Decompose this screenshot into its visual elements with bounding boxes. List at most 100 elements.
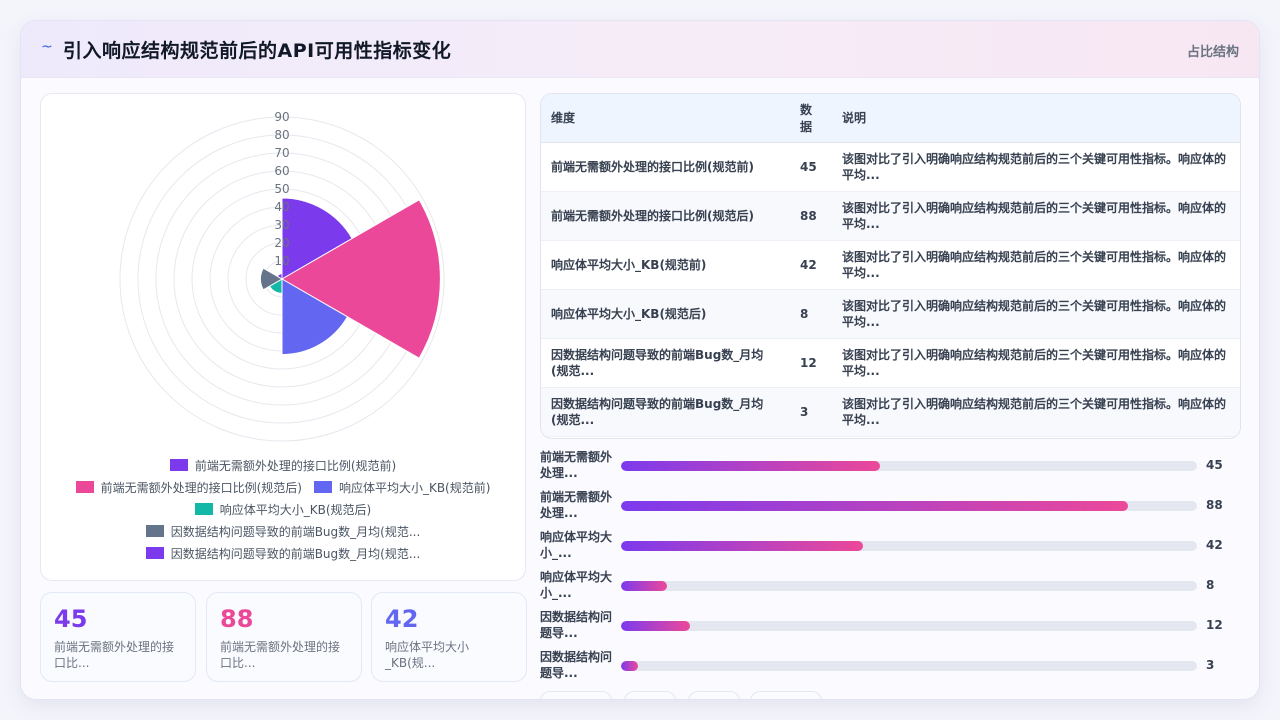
progress-row: 因数据结构问题导... 12 — [540, 609, 1239, 649]
progress-label: 因数据结构问题导... — [540, 650, 613, 680]
legend-label: 因数据结构问题导致的前端Bug数_月均(规范... — [170, 524, 421, 539]
header-bar: ~ 引入响应结构规范前后的API可用性指标变化 占比结构 — [21, 21, 1259, 78]
progress-fill — [621, 501, 1128, 511]
legend-label: 前端无需额外处理的接口比例(规范前) — [194, 458, 397, 473]
legend-item[interactable]: 响应体平均大小_KB(规范后) — [194, 501, 371, 518]
radial-tick-label: 90 — [274, 110, 289, 124]
table-row[interactable]: 响应体平均大小_KB(规范前) 42 该图对比了引入明确响应结构规范前后的三个关… — [541, 240, 1240, 289]
table-cell-dimension: 前端无需额外处理的接口比例(规范前) — [551, 159, 754, 174]
column-header[interactable]: 数据 — [790, 94, 832, 143]
legend-swatch — [169, 459, 188, 471]
polar-area-chart: 10 20 30 40 50 60 70 80 90 — [119, 110, 445, 442]
table-cell-dimension: 因数据结构问题导致的前端Bug数_月均(规范... — [551, 347, 764, 378]
progress-row: 响应体平均大小_... 42 — [540, 529, 1239, 569]
table-cell-value: 3 — [800, 404, 809, 419]
legend-item[interactable]: 因数据结构问题导致的前端Bug数_月均(规范... — [145, 523, 421, 540]
radial-tick-label: 10 — [274, 254, 289, 268]
progress-label: 因数据结构问题导... — [540, 610, 613, 640]
legend-swatch — [75, 481, 94, 493]
legend-row: 前端无需额外处理的接口比例(规范后) 响应体平均大小_KB(规范前) — [41, 476, 525, 498]
chart-logo-icon: ~ — [41, 39, 53, 55]
legend-item[interactable]: 前端无需额外处理的接口比例(规范前) — [169, 457, 397, 474]
table-row[interactable]: 因数据结构问题导致的前端Bug数_月均(规范... 3 该图对比了引入明确响应结… — [541, 387, 1240, 436]
progress-value: 88 — [1206, 498, 1223, 512]
legend-label: 响应体平均大小_KB(规范前) — [338, 480, 491, 495]
legend-swatch — [313, 481, 332, 493]
stat-label: 前端无需额外处理的接口比... — [220, 640, 341, 670]
legend-label: 因数据结构问题导致的前端Bug数_月均(规范... — [170, 546, 421, 561]
radial-tick-label: 80 — [274, 128, 289, 142]
chip-button[interactable] — [688, 691, 740, 699]
progress-track — [621, 461, 1197, 471]
table-cell-description: 该图对比了引入明确响应结构规范前后的三个关键可用性指标。响应体的平均... — [842, 249, 1227, 280]
progress-value: 3 — [1206, 658, 1215, 672]
stat-value: 45 — [54, 605, 88, 633]
chip-button[interactable] — [624, 691, 676, 699]
table-cell-dimension: 响应体平均大小_KB(规范前) — [551, 257, 707, 272]
radial-tick-labels: 10 20 30 40 50 60 70 80 90 — [274, 110, 289, 268]
data-table-panel: 维度 数据 说明 前端无需额外处理的接口比例(规范前) 45 该图对比了引入明确… — [540, 93, 1241, 439]
table-cell-description: 该图对比了引入明确响应结构规范前后的三个关键可用性指标。响应体的平均... — [842, 298, 1227, 329]
legend-row: 因数据结构问题导致的前端Bug数_月均(规范... — [41, 520, 525, 542]
chip-button[interactable] — [750, 691, 822, 699]
progress-row: 因数据结构问题导... 3 — [540, 649, 1239, 689]
stat-label: 前端无需额外处理的接口比... — [54, 640, 175, 670]
table-cell-description: 该图对比了引入明确响应结构规范前后的三个关键可用性指标。响应体的平均... — [842, 347, 1227, 378]
table-row[interactable]: 前端无需额外处理的接口比例(规范前) 45 该图对比了引入明确响应结构规范前后的… — [541, 142, 1240, 191]
radial-tick-label: 70 — [274, 146, 289, 160]
chip-button[interactable] — [540, 691, 612, 699]
column-header[interactable]: 说明 — [832, 94, 1240, 143]
progress-track — [621, 621, 1197, 631]
stat-value: 88 — [220, 605, 254, 633]
chart-type-tag[interactable]: 占比结构 — [1187, 41, 1239, 60]
radial-tick-label: 50 — [274, 182, 289, 196]
stat-value: 42 — [385, 605, 419, 633]
radial-tick-label: 30 — [274, 218, 289, 232]
table-row[interactable]: 前端无需额外处理的接口比例(规范后) 88 该图对比了引入明确响应结构规范前后的… — [541, 191, 1240, 240]
progress-fill — [621, 621, 691, 631]
progress-fill — [621, 581, 668, 591]
radial-tick-label: 60 — [274, 164, 289, 178]
progress-fill — [621, 661, 639, 671]
table-cell-description: 该图对比了引入明确响应结构规范前后的三个关键可用性指标。响应体的平均... — [842, 151, 1227, 182]
table-cell-dimension: 响应体平均大小_KB(规范后) — [551, 306, 707, 321]
radial-tick-label: 40 — [274, 200, 289, 214]
progress-value: 45 — [1206, 458, 1223, 472]
table-cell-description: 该图对比了引入明确响应结构规范前后的三个关键可用性指标。响应体的平均... — [842, 396, 1227, 427]
table-cell-dimension: 因数据结构问题导致的前端Bug数_月均(规范... — [551, 396, 764, 427]
stat-card: 42 响应体平均大小_KB(规... — [371, 592, 527, 682]
table-cell-value: 88 — [800, 208, 817, 223]
table-cell-value: 12 — [800, 355, 817, 370]
progress-label: 响应体平均大小_... — [540, 530, 613, 560]
table-cell-description: 该图对比了引入明确响应结构规范前后的三个关键可用性指标。响应体的平均... — [842, 200, 1227, 231]
table-cell-value: 42 — [800, 257, 817, 272]
data-table: 维度 数据 说明 前端无需额外处理的接口比例(规范前) 45 该图对比了引入明确… — [541, 94, 1240, 437]
legend-item[interactable]: 因数据结构问题导致的前端Bug数_月均(规范... — [145, 545, 421, 562]
legend-row: 响应体平均大小_KB(规范后) — [41, 498, 525, 520]
table-cell-value: 45 — [800, 159, 817, 174]
legend-row: 因数据结构问题导致的前端Bug数_月均(规范... — [41, 542, 525, 564]
table-cell-value: 8 — [800, 306, 809, 321]
stat-card: 88 前端无需额外处理的接口比... — [206, 592, 362, 682]
legend-item[interactable]: 响应体平均大小_KB(规范前) — [313, 479, 491, 496]
legend-row: 前端无需额外处理的接口比例(规范前) — [41, 454, 525, 476]
progress-track — [621, 661, 1197, 671]
legend-swatch — [145, 547, 164, 559]
progress-track — [621, 501, 1197, 511]
progress-value: 8 — [1206, 578, 1215, 592]
legend-swatch — [145, 525, 164, 537]
progress-label: 前端无需额外处理... — [540, 490, 613, 520]
chart-legend: 前端无需额外处理的接口比例(规范前) 前端无需额外处理的接口比例(规范后) 响应体平… — [41, 454, 525, 564]
progress-row: 前端无需额外处理... 45 — [540, 449, 1239, 489]
table-header-row: 维度 数据 说明 — [541, 94, 1240, 143]
table-row[interactable]: 因数据结构问题导致的前端Bug数_月均(规范... 12 该图对比了引入明确响应… — [541, 338, 1240, 387]
table-row[interactable]: 响应体平均大小_KB(规范后) 8 该图对比了引入明确响应结构规范前后的三个关键… — [541, 289, 1240, 338]
column-header[interactable]: 维度 — [541, 94, 790, 143]
progress-fill — [621, 541, 863, 551]
progress-label: 前端无需额外处理... — [540, 450, 613, 480]
stat-card: 45 前端无需额外处理的接口比... — [40, 592, 196, 682]
page-title: 引入响应结构规范前后的API可用性指标变化 — [63, 40, 452, 62]
legend-item[interactable]: 前端无需额外处理的接口比例(规范后) — [75, 479, 302, 496]
progress-fill — [621, 461, 881, 471]
progress-value: 42 — [1206, 538, 1223, 552]
